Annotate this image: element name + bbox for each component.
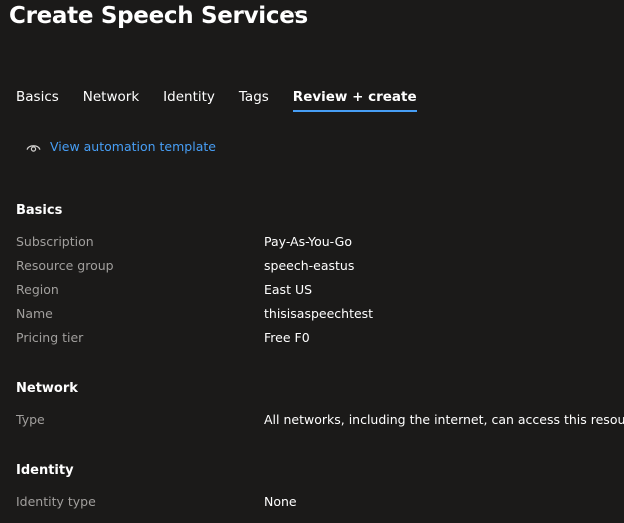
identity-type-value: None xyxy=(264,494,297,509)
tab-tags[interactable]: Tags xyxy=(239,89,269,111)
resource-group-value: speech-eastus xyxy=(264,258,355,273)
section-heading-identity: Identity xyxy=(16,463,74,478)
tab-identity[interactable]: Identity xyxy=(163,89,215,111)
subscription-value: Pay-As-You-Go xyxy=(264,234,352,249)
network-type-label: Type xyxy=(16,412,45,427)
more-actions-button[interactable]: ··· xyxy=(283,6,298,21)
tab-review-create[interactable]: Review + create xyxy=(292,89,417,112)
resource-group-label: Resource group xyxy=(16,258,114,273)
network-type-value: All networks, including the internet, ca… xyxy=(264,412,624,427)
pricing-tier-label: Pricing tier xyxy=(16,330,84,345)
tab-network[interactable]: Network xyxy=(83,89,139,111)
automation-link-label[interactable]: View automation template xyxy=(50,139,216,154)
region-value: East US xyxy=(264,282,313,297)
section-heading-network: Network xyxy=(16,381,78,396)
section-heading-basics: Basics xyxy=(16,203,63,218)
region-label: Region xyxy=(16,282,59,297)
view-automation-template-link[interactable]: View automation template xyxy=(26,139,216,154)
name-value: thisisaspeechtest xyxy=(264,306,374,321)
tab-bar: Basics Network Identity Tags Review + cr… xyxy=(16,89,441,112)
name-label: Name xyxy=(16,306,53,321)
identity-type-label: Identity type xyxy=(16,494,96,509)
pricing-tier-value: Free F0 xyxy=(264,330,310,345)
eye-icon xyxy=(26,141,41,153)
page-title: Create Speech Services xyxy=(9,3,308,29)
tab-basics[interactable]: Basics xyxy=(16,89,59,111)
subscription-label: Subscription xyxy=(16,234,94,249)
